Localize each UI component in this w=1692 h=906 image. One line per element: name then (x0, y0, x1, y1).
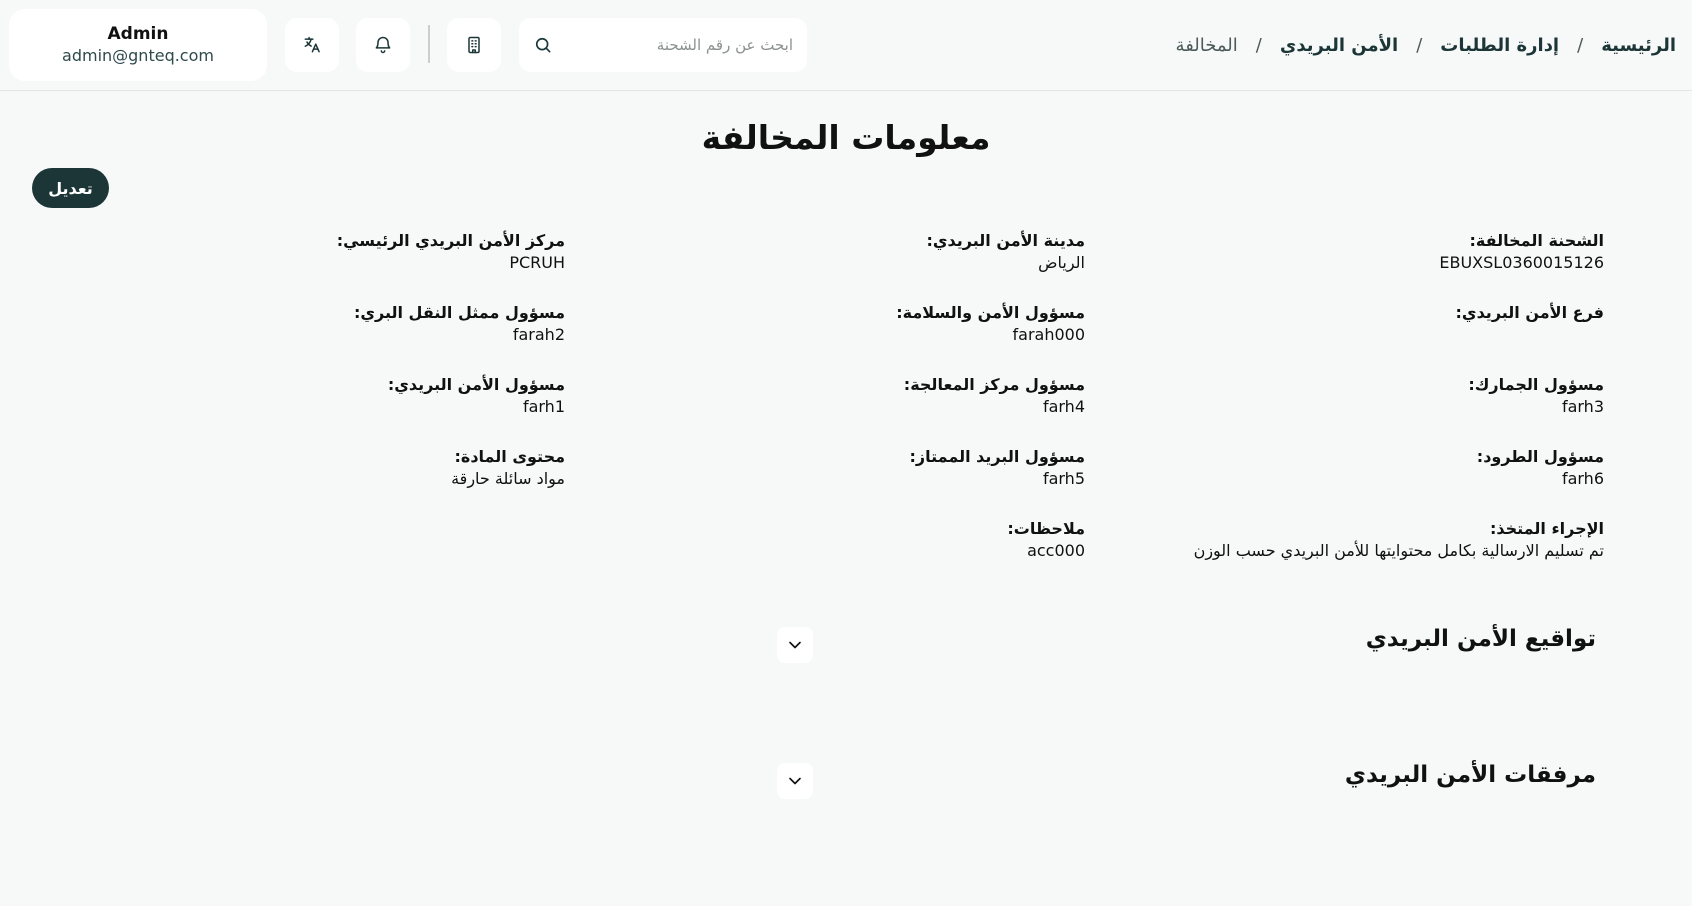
field-label: مسؤول البريد الممتاز: (909, 447, 1085, 466)
breadcrumb-separator: / (1255, 34, 1262, 56)
user-email: admin@gnteq.com (62, 46, 214, 65)
field-value: تم تسليم الارسالية بكامل محتوايتها للأمن… (1193, 541, 1604, 560)
notifications-button[interactable] (356, 18, 410, 72)
page: Admin admin@gnteq.com ابحث عن رقم الشحنة… (0, 0, 1692, 906)
field-value: farah2 (512, 325, 565, 344)
page-title: معلومات المخالفة (701, 118, 991, 157)
section-signatures-title[interactable]: تواقيع الأمن البريدي (1366, 626, 1596, 652)
field-value: farah000 (1012, 325, 1086, 344)
field-processing-center: مسؤول مركز المعالجة: farh4 (645, 374, 1085, 418)
top-header: Admin admin@gnteq.com ابحث عن رقم الشحنة… (0, 0, 1692, 91)
field-postal-security-officer: مسؤول الأمن البريدي: farh1 (125, 374, 565, 418)
field-value: PCRUH (509, 253, 565, 272)
field-content: محتوى المادة: مواد سائلة حارقة (125, 446, 565, 490)
field-label: الإجراء المتخذ: (1489, 519, 1604, 538)
field-value: EBUXSL0360015126 (1439, 253, 1604, 272)
field-branch: فرع الأمن البريدي: (1164, 302, 1605, 324)
field-label: مسؤول ممثل النقل البري: (353, 303, 565, 322)
field-value: الرياض (1038, 253, 1085, 272)
field-action: الإجراء المتخذ: تم تسليم الارسالية بكامل… (1164, 518, 1604, 562)
breadcrumb-separator: / (1416, 34, 1423, 56)
field-label: مسؤول الأمن والسلامة: (896, 303, 1085, 322)
field-value: مواد سائلة حارقة (451, 469, 565, 488)
field-label: مسؤول الطرود: (1476, 447, 1604, 466)
translate-icon (304, 36, 320, 53)
field-value: farh4 (1042, 397, 1085, 416)
field-value: farh6 (1561, 469, 1604, 488)
field-label: الشحنة المخالفة: (1469, 231, 1605, 250)
user-profile-card[interactable]: Admin admin@gnteq.com (9, 9, 267, 81)
language-button[interactable] (285, 18, 339, 72)
field-label: ملاحظات: (1007, 519, 1085, 538)
field-premium-mail: مسؤول البريد الممتاز: farh5 (645, 446, 1085, 490)
field-label: مسؤول الأمن البريدي: (387, 375, 565, 394)
breadcrumb-home[interactable]: الرئيسية (1601, 35, 1676, 56)
field-value: acc000 (1027, 541, 1085, 560)
field-label: محتوى المادة: (454, 447, 565, 466)
breadcrumb-current: المخالفة (1175, 34, 1238, 56)
field-value: farh3 (1561, 397, 1604, 416)
breadcrumb-postal-security[interactable]: الأمن البريدي (1280, 35, 1398, 56)
field-notes: ملاحظات: acc000 (645, 518, 1085, 562)
search-box[interactable] (519, 18, 807, 72)
breadcrumb-separator: / (1577, 34, 1584, 56)
breadcrumb-requests[interactable]: إدارة الطلبات (1440, 35, 1559, 56)
search-icon (535, 37, 551, 53)
chevron-down-icon (789, 641, 801, 649)
field-safety-officer: مسؤول الأمن والسلامة: farah000 (645, 302, 1085, 346)
section-attachments-title[interactable]: مرفقات الأمن البريدي (1345, 762, 1596, 788)
breadcrumb: الرئيسية / إدارة الطلبات / الأمن البريدي… (1176, 30, 1676, 60)
header-divider (428, 25, 430, 63)
field-city: مدينة الأمن البريدي: الرياض (645, 230, 1085, 274)
field-label: مسؤول الجمارك: (1468, 375, 1604, 394)
edit-button[interactable]: تعديل (32, 168, 109, 208)
field-value: farh5 (1042, 469, 1085, 488)
field-label: مدينة الأمن البريدي: (926, 231, 1085, 250)
field-customs: مسؤول الجمارك: farh3 (1164, 374, 1604, 418)
bell-icon (375, 36, 391, 54)
field-label: فرع الأمن البريدي: (1455, 303, 1605, 322)
user-name: Admin (107, 24, 169, 44)
field-parcels: مسؤول الطرود: farh6 (1164, 446, 1604, 490)
building-button[interactable] (447, 18, 501, 72)
field-label: مسؤول مركز المعالجة: (903, 375, 1085, 394)
search-input[interactable] (563, 36, 793, 54)
field-land-transport: مسؤول ممثل النقل البري: farah2 (125, 302, 565, 346)
field-value: farh1 (522, 397, 565, 416)
field-main-center: مركز الأمن البريدي الرئيسي: PCRUH (125, 230, 565, 274)
section-attachments-toggle[interactable] (777, 763, 813, 799)
chevron-down-icon (789, 777, 801, 785)
section-signatures-toggle[interactable] (777, 627, 813, 663)
field-shipment: الشحنة المخالفة: EBUXSL0360015126 (1164, 230, 1604, 274)
building-icon (468, 36, 480, 54)
field-label: مركز الأمن البريدي الرئيسي: (336, 231, 565, 250)
